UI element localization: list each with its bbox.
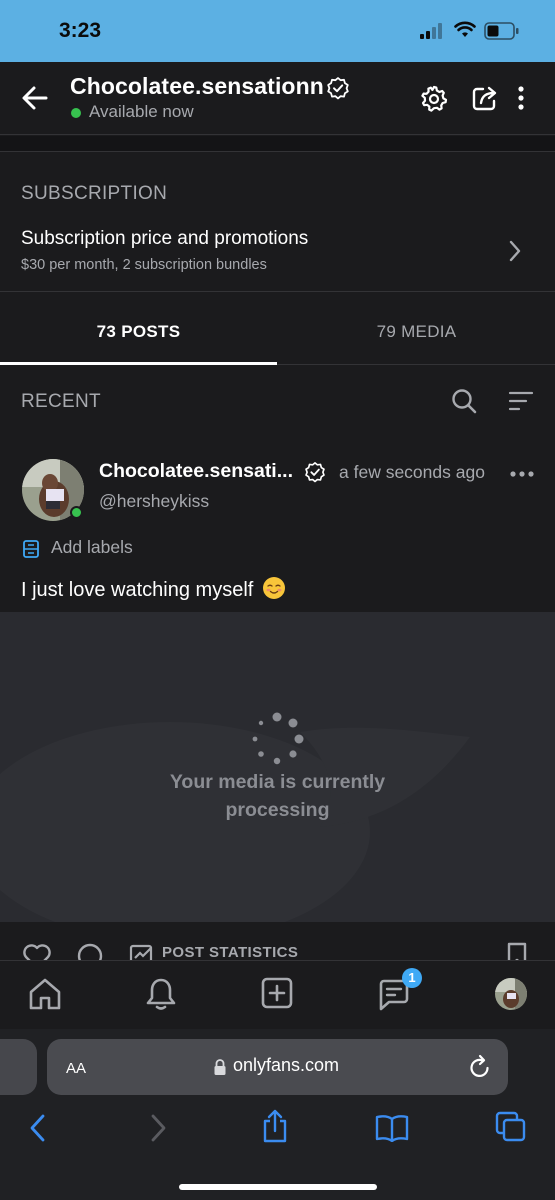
profile-avatar[interactable]	[495, 978, 527, 1010]
verified-icon	[304, 461, 326, 483]
online-status-dot	[71, 108, 81, 118]
online-status-dot	[70, 506, 83, 519]
share-icon[interactable]	[471, 84, 499, 112]
chevron-right-icon[interactable]	[508, 240, 522, 262]
bookmark-icon[interactable]	[506, 942, 528, 960]
post-media-placeholder: Your media is currently processing	[0, 612, 555, 922]
battery-icon	[484, 22, 520, 40]
availability-status: Available now	[89, 102, 194, 121]
more-horizontal-icon[interactable]	[510, 470, 534, 478]
comment-icon[interactable]	[76, 942, 104, 960]
bottom-nav: 1	[0, 960, 555, 1029]
subscription-detail: $30 per month, 2 subscription bundles	[21, 257, 267, 273]
profile-name: Chocolatee.sensationn	[70, 73, 324, 99]
tab-media[interactable]: 79 MEDIA	[278, 293, 555, 365]
statistics-icon[interactable]	[129, 944, 155, 960]
gear-icon[interactable]	[420, 85, 448, 113]
lock-icon	[213, 1058, 227, 1076]
media-processing-message: Your media is currently processing	[0, 768, 555, 824]
subscription-title[interactable]: Subscription price and promotions	[21, 228, 308, 250]
browser-toolbar: AA onlyfans.com	[0, 1029, 555, 1200]
home-indicator	[179, 1184, 377, 1190]
recent-bar: RECENT	[0, 366, 555, 436]
subscription-section[interactable]: SUBSCRIPTION Subscription price and prom…	[0, 153, 555, 292]
sort-icon[interactable]	[508, 390, 534, 412]
tabs-icon[interactable]	[495, 1111, 527, 1143]
previous-tab-pill[interactable]	[0, 1039, 37, 1095]
reader-options-button[interactable]: AA	[66, 1056, 86, 1079]
content-tabs: 73 POSTS 79 MEDIA	[0, 293, 555, 365]
post-timestamp: a few seconds ago	[339, 462, 485, 482]
smiling-face-emoji-icon	[262, 577, 285, 599]
url-text[interactable]: onlyfans.com	[233, 1055, 339, 1076]
post-actions: POST STATISTICS	[0, 922, 555, 960]
more-vertical-icon[interactable]	[517, 86, 525, 110]
browser-back-icon[interactable]	[28, 1113, 48, 1143]
home-icon[interactable]	[27, 977, 63, 1011]
search-icon[interactable]	[451, 388, 477, 414]
status-time: 3:23	[59, 19, 102, 42]
address-bar[interactable]: AA onlyfans.com	[47, 1039, 508, 1095]
add-labels-button[interactable]: Add labels	[51, 537, 133, 558]
post-text: I just love watching myself	[21, 577, 285, 602]
post-statistics-button[interactable]: POST STATISTICS	[162, 944, 298, 960]
browser-forward-icon[interactable]	[148, 1113, 168, 1143]
reload-icon[interactable]	[468, 1054, 492, 1080]
profile-header: Chocolatee.sensationn Available now	[0, 62, 555, 135]
tab-posts[interactable]: 73 POSTS	[0, 293, 277, 365]
wifi-icon	[454, 21, 476, 39]
active-tab-indicator	[0, 362, 277, 365]
post-author-handle[interactable]: @hersheykiss	[99, 491, 209, 512]
add-post-icon[interactable]	[261, 977, 293, 1009]
post-text-content: I just love watching myself	[21, 579, 254, 601]
status-bar: 3:23	[0, 0, 555, 62]
cellular-signal-icon	[420, 23, 444, 39]
recent-label: RECENT	[21, 391, 101, 412]
post-author-name[interactable]: Chocolatee.sensati...	[99, 460, 293, 483]
verified-icon	[326, 76, 350, 100]
labels-icon[interactable]	[22, 539, 40, 559]
heart-icon[interactable]	[22, 942, 52, 960]
browser-share-icon[interactable]	[260, 1109, 290, 1143]
bell-icon[interactable]	[144, 977, 178, 1011]
messages-badge: 1	[402, 968, 422, 988]
subscription-heading: SUBSCRIPTION	[21, 183, 168, 204]
section-divider	[0, 136, 555, 152]
back-arrow-icon[interactable]	[20, 84, 50, 112]
loading-spinner-icon	[249, 712, 305, 768]
media-processing-text: Your media is currently processing	[169, 771, 386, 821]
aa-label: AA	[66, 1060, 87, 1077]
bookmarks-icon[interactable]	[375, 1114, 409, 1142]
